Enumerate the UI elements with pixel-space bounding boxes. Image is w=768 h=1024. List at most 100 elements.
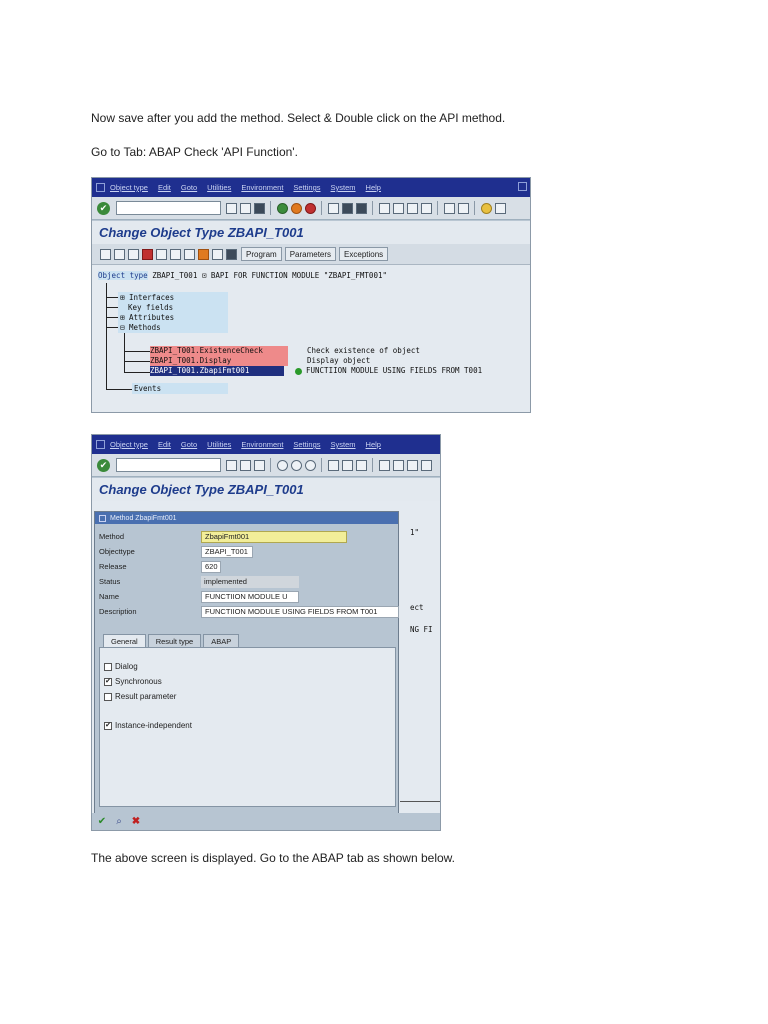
dialog-title-bar: Method ZbapiFmt001 [95,512,398,524]
first-page-icon[interactable] [378,202,390,214]
objecttype-field[interactable]: ZBAPI_T001 [201,545,253,558]
layout-menu-icon[interactable] [494,202,506,214]
synchronous-checkbox[interactable]: ✔ [104,677,112,686]
confirm-check-icon[interactable]: ✔ [96,816,108,828]
delete-icon[interactable] [211,248,223,260]
menu-settings[interactable]: Settings [293,183,320,192]
cancel-icon[interactable] [304,459,316,471]
menu-system[interactable]: System [331,440,356,449]
result-parameter-checkbox[interactable] [104,692,112,701]
tree-node-interfaces[interactable]: ⊞ Interfaces [120,293,174,302]
edit-icon[interactable] [197,248,209,260]
previous-page-icon[interactable] [392,459,404,471]
next-page-icon[interactable] [406,459,418,471]
menu-help[interactable]: Help [366,183,381,192]
menu-environment[interactable]: Environment [241,183,283,192]
command-dropdown-icon[interactable] [225,202,237,214]
menu-goto[interactable]: Goto [181,183,197,192]
dialog-system-icon[interactable] [99,514,106,522]
help-icon[interactable] [480,202,492,214]
result-parameter-checkbox-row[interactable]: Result parameter [104,692,176,701]
toggle-change-icon[interactable] [99,248,111,260]
menu-environment[interactable]: Environment [241,440,283,449]
tab-abap[interactable]: ABAP [203,634,240,647]
dialog-checkbox-row[interactable]: Dialog [104,662,138,671]
menu-edit[interactable]: Edit [158,183,171,192]
next-page-icon[interactable] [406,202,418,214]
description-field[interactable]: FUNCTIION MODULE USING FIELDS FROM T001 [201,605,399,618]
method-row-display[interactable]: ZBAPI_T001.Display [150,356,288,366]
menu-utilities[interactable]: Utilities [207,440,231,449]
zoom-detail-icon[interactable]: ⌕ [113,816,125,828]
dialog-title: Method ZbapiFmt001 [110,514,177,522]
screen-title-bar: Change Object Type ZBAPI_T001 [92,221,530,244]
first-page-icon[interactable] [378,459,390,471]
window-restore-icon[interactable] [518,182,527,191]
info-icon[interactable] [225,248,237,260]
instance-independent-checkbox-row[interactable]: ✔ Instance-independent [104,721,192,730]
last-page-icon[interactable] [420,459,432,471]
cancel-icon[interactable] [304,202,316,214]
menu-help[interactable]: Help [366,440,381,449]
save-icon[interactable] [253,202,265,214]
command-dropdown-icon[interactable] [225,459,237,471]
back-arrow-icon[interactable] [239,202,251,214]
print-icon[interactable] [327,459,339,471]
release-field[interactable]: 620 [201,560,221,573]
dialog-checkbox[interactable] [104,662,112,671]
last-page-icon[interactable] [420,202,432,214]
command-field[interactable] [116,201,221,215]
check-icon[interactable] [127,248,139,260]
enter-check-icon[interactable]: ✔ [97,458,110,472]
activate-icon[interactable] [141,248,153,260]
menu-settings[interactable]: Settings [293,440,320,449]
back-arrow-icon[interactable] [239,459,251,471]
description-label: Description [99,607,137,616]
find-next-icon[interactable] [355,459,367,471]
menu-goto[interactable]: Goto [181,440,197,449]
other-object-icon[interactable] [113,248,125,260]
tab-general[interactable]: General [103,634,146,647]
shortcut-icon[interactable] [457,202,469,214]
save-icon[interactable] [253,459,265,471]
method-row-existencecheck[interactable]: ZBAPI_T001.ExistenceCheck [150,346,288,356]
exit-icon[interactable] [290,459,302,471]
name-field[interactable]: FUNCTIION MODULE U [201,590,299,603]
create-session-icon[interactable] [443,202,455,214]
method-row-zbapifmt001[interactable]: ZBAPI_T001.ZbapiFmt001 [150,366,284,376]
exceptions-button[interactable]: Exceptions [339,247,389,261]
command-field[interactable] [116,458,221,472]
menu-utilities[interactable]: Utilities [207,183,231,192]
instance-independent-checkbox[interactable]: ✔ [104,721,112,730]
find-next-icon[interactable] [355,202,367,214]
enter-check-icon[interactable]: ✔ [97,201,110,215]
previous-page-icon[interactable] [392,202,404,214]
system-menu-icon[interactable] [96,440,105,449]
parameters-button[interactable]: Parameters [284,247,337,261]
field-row-name: Name FUNCTIION MODULE U [99,590,299,603]
method-field[interactable]: ZbapiFmt001 [201,530,347,543]
system-menu-icon[interactable] [96,183,105,192]
print-icon[interactable] [327,202,339,214]
generate-icon[interactable] [155,248,167,260]
menu-object-type[interactable]: Object type [110,440,148,449]
menu-edit[interactable]: Edit [158,440,171,449]
create-icon[interactable] [169,248,181,260]
tree-node-attributes[interactable]: ⊞ Attributes [120,313,174,322]
find-icon[interactable] [341,202,353,214]
tree-node-events[interactable]: Events [134,384,161,393]
exit-icon[interactable] [290,202,302,214]
synchronous-checkbox-row[interactable]: ✔ Synchronous [104,677,162,686]
tree-node-key-fields[interactable]: Key fields [128,303,173,312]
cancel-x-icon[interactable]: ✖ [130,816,142,828]
find-icon[interactable] [341,459,353,471]
tree-node-methods[interactable]: ⊟ Methods [120,323,161,332]
tab-result-type[interactable]: Result type [147,634,202,647]
copy-icon[interactable] [183,248,195,260]
menu-system[interactable]: System [331,183,356,192]
program-button[interactable]: Program [241,247,282,261]
back-icon[interactable] [276,202,288,214]
back-icon[interactable] [276,459,288,471]
screen-title-bar: Change Object Type ZBAPI_T001 [92,478,440,501]
menu-object-type[interactable]: Object type [110,183,148,192]
